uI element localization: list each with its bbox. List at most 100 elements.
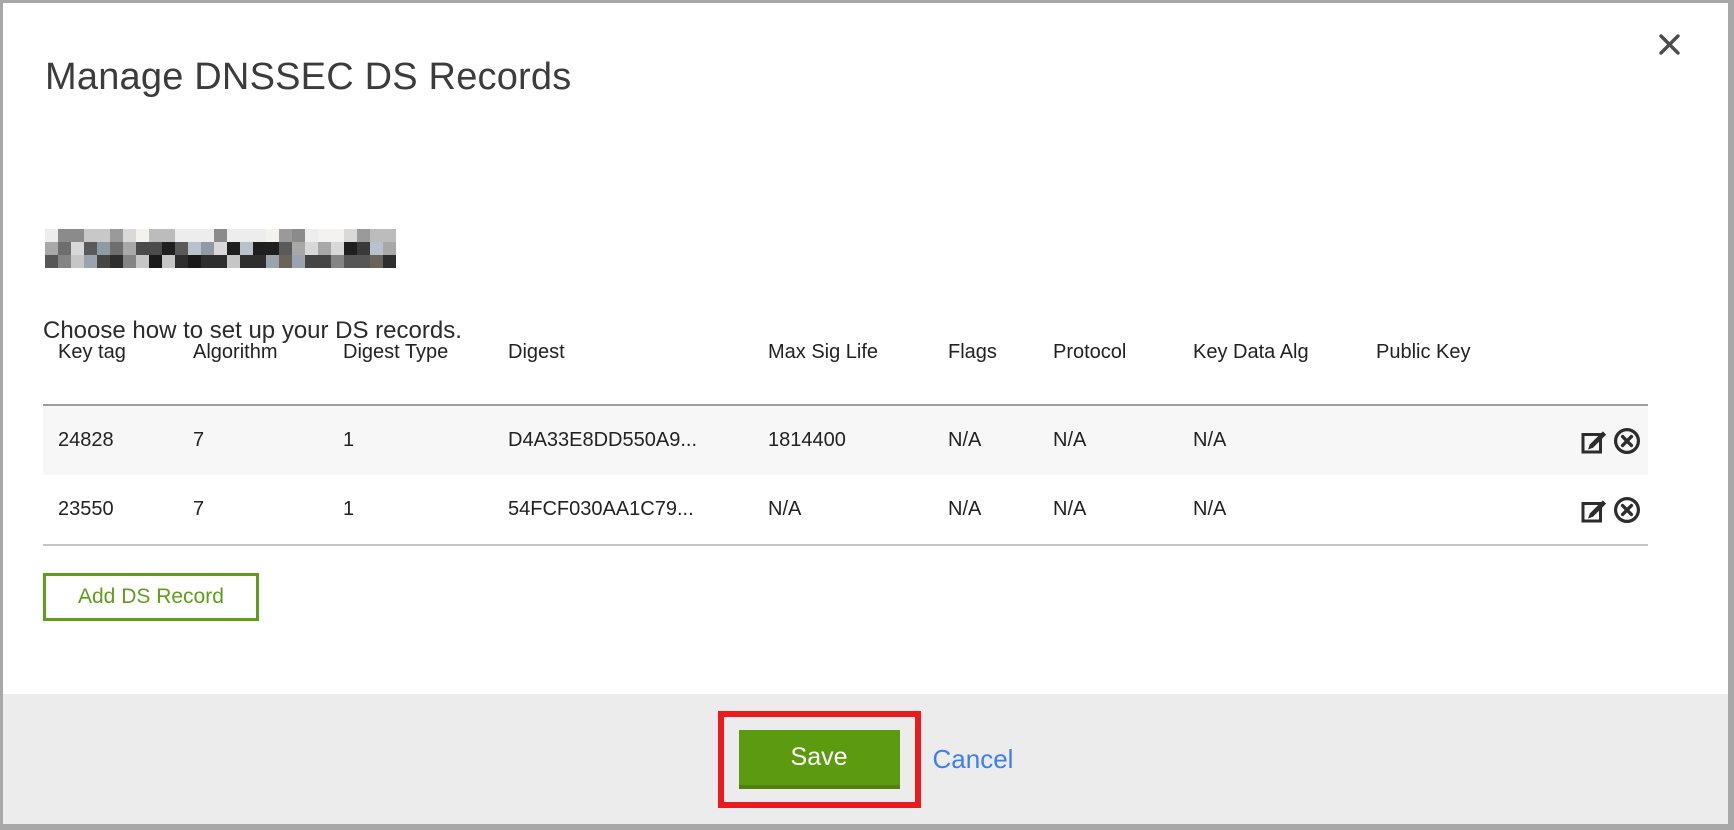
redaction-pixel [344,255,357,268]
redaction-pixel [201,255,214,268]
redaction-pixel [240,242,253,255]
edit-icon [1580,495,1609,524]
redaction-pixel [45,229,58,242]
redaction-pixel [344,242,357,255]
redaction-pixel [97,229,110,242]
redaction-pixel [370,229,383,242]
redaction-pixel [331,255,344,268]
redaction-pixel [253,255,266,268]
close-button[interactable] [1654,31,1684,61]
redaction-pixel [201,229,214,242]
redaction-pixel [136,229,149,242]
redaction-pixel [357,255,370,268]
redaction-pixel [162,229,175,242]
delete-record-button[interactable] [1612,426,1642,456]
header-cell: Algorithm [178,341,328,364]
header-cell: Protocol [1038,341,1178,364]
redaction-pixel [253,242,266,255]
table-cell: 24828 [43,429,178,452]
manage-dnssec-dialog: Manage DNSSEC DS Records Choose how to s… [0,0,1734,830]
table-cell: 23550 [43,498,178,521]
redaction-pixel [110,229,123,242]
redaction-pixel [58,255,71,268]
redaction-pixel [84,242,97,255]
table-cell: 1814400 [753,429,933,452]
header-cell: Digest [493,341,753,364]
redaction-pixel [123,255,136,268]
redaction-pixel [149,255,162,268]
redaction-pixel [58,242,71,255]
table-row: 235507154FCF030AA1C79...N/AN/AN/AN/A [43,475,1648,544]
redaction-pixel [97,255,110,268]
redaction-pixel [383,229,396,242]
redaction-pixel [305,229,318,242]
header-cell: Key Data Alg [1178,341,1361,364]
edit-icon [1580,426,1609,455]
redaction-pixel [214,242,227,255]
redaction-pixel [45,255,58,268]
redaction-pixel [97,242,110,255]
redaction-pixel [318,242,331,255]
redaction-pixel [292,255,305,268]
redaction-pixel [370,255,383,268]
header-cell: Flags [933,341,1038,364]
redaction-pixel [357,242,370,255]
table-cell: 7 [178,429,328,452]
redaction-pixel [123,242,136,255]
dialog-title: Manage DNSSEC DS Records [45,56,571,99]
header-cell: Max Sig Life [753,341,933,364]
redacted-domain-name [45,229,396,268]
redaction-pixel [123,229,136,242]
redaction-pixel [45,242,58,255]
close-icon [1656,31,1683,61]
redaction-pixel [149,229,162,242]
redaction-pixel [149,242,162,255]
redaction-pixel [214,255,227,268]
redaction-pixel [110,242,123,255]
header-cell: Key tag [43,341,178,364]
edit-record-button[interactable] [1579,495,1609,525]
redaction-pixel [292,229,305,242]
table-body: 2482871D4A33E8DD550A9...1814400N/AN/AN/A… [43,404,1648,546]
redaction-pixel [318,229,331,242]
add-ds-record-button[interactable]: Add DS Record [43,573,259,621]
redaction-pixel [188,242,201,255]
redaction-pixel [253,229,266,242]
table-cell: N/A [1178,498,1361,521]
redaction-pixel [227,242,240,255]
redaction-pixel [266,242,279,255]
redaction-pixel [279,229,292,242]
redaction-pixel [175,242,188,255]
redaction-pixel [305,242,318,255]
redaction-pixel [240,229,253,242]
redaction-pixel [357,229,370,242]
delete-icon [1612,426,1642,456]
redaction-pixel [110,255,123,268]
redaction-pixel [188,229,201,242]
table-cell: D4A33E8DD550A9... [493,429,753,452]
dialog-footer: Save Cancel [3,694,1728,824]
redaction-pixel [162,242,175,255]
edit-record-button[interactable] [1579,426,1609,456]
redaction-pixel [71,242,84,255]
redaction-pixel [214,229,227,242]
table-cell: N/A [933,429,1038,452]
save-button[interactable]: Save [739,730,900,789]
redaction-pixel [84,229,97,242]
redaction-pixel [58,229,71,242]
redaction-pixel [227,229,240,242]
cancel-link[interactable]: Cancel [933,744,1014,775]
redaction-pixel [84,255,97,268]
annotation-rectangle: Save [718,711,921,808]
redaction-pixel [279,242,292,255]
header-cell: Public Key [1361,341,1563,364]
table-header-row: Key tagAlgorithmDigest TypeDigestMax Sig… [43,341,1648,404]
row-actions [1579,426,1648,456]
redaction-pixel [71,255,84,268]
table-cell: N/A [753,498,933,521]
redaction-pixel [201,242,214,255]
redaction-pixel [383,255,396,268]
delete-record-button[interactable] [1612,495,1642,525]
table-cell: 1 [328,498,493,521]
redaction-pixel [136,255,149,268]
